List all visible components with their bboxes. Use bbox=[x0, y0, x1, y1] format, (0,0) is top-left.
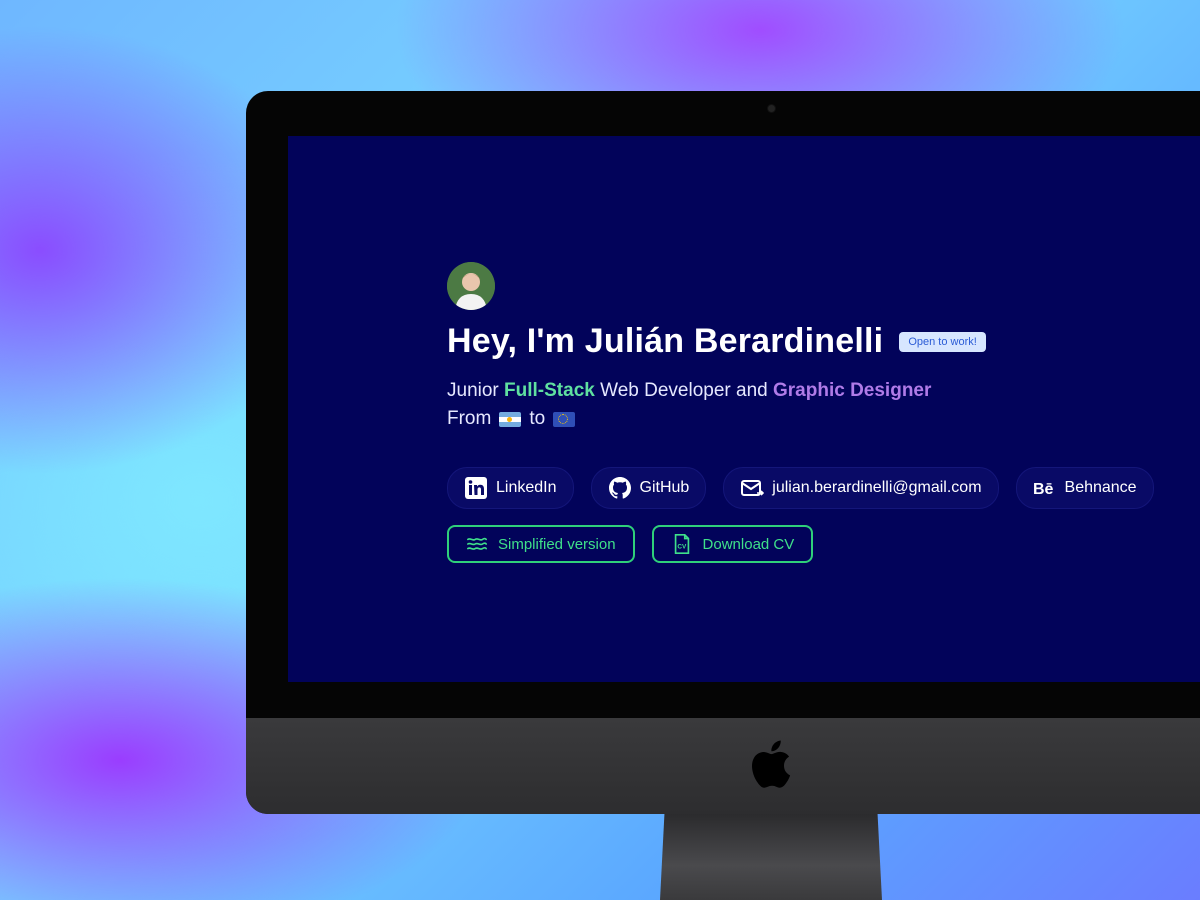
behance-label: Behnance bbox=[1064, 479, 1137, 496]
email-label: julian.berardinelli@gmail.com bbox=[772, 479, 982, 496]
apple-logo-icon bbox=[751, 740, 791, 788]
webcam bbox=[768, 105, 775, 112]
download-cv-button[interactable]: CV Download CV bbox=[651, 525, 814, 563]
eu-flag-icon bbox=[553, 411, 576, 427]
subtitle-middle: Web Developer and bbox=[600, 380, 768, 401]
linkedin-link[interactable]: LinkedIn bbox=[447, 467, 574, 509]
github-icon bbox=[608, 476, 632, 500]
linkedin-icon bbox=[464, 476, 488, 500]
mail-icon bbox=[740, 476, 765, 500]
role-designer: Graphic Designer bbox=[773, 380, 932, 401]
waves-icon bbox=[466, 533, 488, 555]
subtitle-prefix: Junior bbox=[447, 380, 499, 401]
svg-text:CV: CV bbox=[677, 544, 687, 551]
social-links: LinkedIn GitHub julian.berardinelli@gmai… bbox=[447, 467, 1154, 509]
github-link[interactable]: GitHub bbox=[590, 467, 707, 509]
imac-monitor: Hey, I'm Julián Berardinelli Open to wor… bbox=[246, 91, 1200, 814]
monitor-stand bbox=[660, 814, 882, 900]
from-label: From bbox=[447, 408, 492, 429]
avatar bbox=[447, 262, 495, 310]
linkedin-label: LinkedIn bbox=[496, 479, 557, 496]
to-label: to bbox=[529, 408, 546, 429]
role-fullstack: Full-Stack bbox=[504, 380, 595, 401]
role-subtitle: Junior Full-Stack Web Developer and Grap… bbox=[447, 377, 1154, 405]
download-cv-label: Download CV bbox=[702, 535, 795, 553]
origin-line: From to bbox=[447, 405, 1154, 433]
action-buttons: Simplified version CV Download CV bbox=[447, 525, 1154, 563]
simplified-version-label: Simplified version bbox=[498, 535, 616, 553]
github-label: GitHub bbox=[639, 479, 690, 496]
monitor-screen: Hey, I'm Julián Berardinelli Open to wor… bbox=[288, 136, 1200, 682]
hero-section: Hey, I'm Julián Berardinelli Open to wor… bbox=[447, 262, 1154, 563]
cv-file-icon: CV bbox=[671, 533, 693, 555]
simplified-version-button[interactable]: Simplified version bbox=[447, 525, 635, 563]
behance-icon: Bē bbox=[1033, 476, 1057, 500]
monitor-chin bbox=[246, 718, 1200, 814]
argentina-flag-icon bbox=[499, 411, 522, 427]
page-title: Hey, I'm Julián Berardinelli bbox=[447, 322, 884, 360]
email-link[interactable]: julian.berardinelli@gmail.com bbox=[723, 467, 999, 509]
svg-text:Bē: Bē bbox=[1033, 481, 1054, 498]
status-badge: Open to work! bbox=[899, 331, 986, 352]
behance-link[interactable]: Bē Behnance bbox=[1015, 467, 1154, 509]
